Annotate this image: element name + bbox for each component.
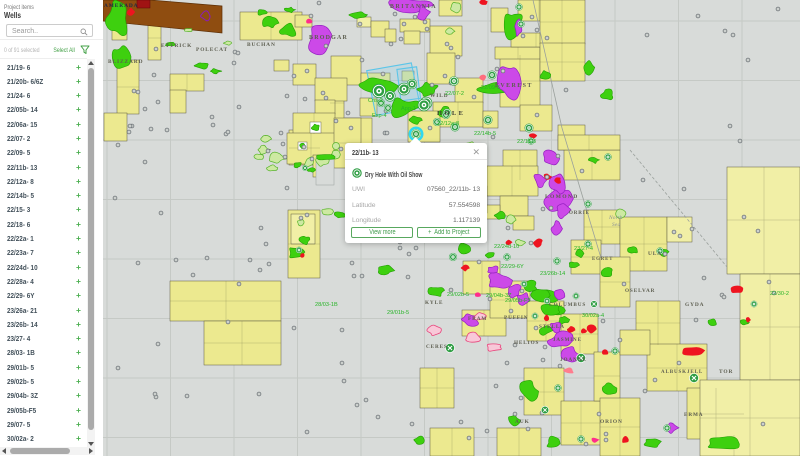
svg-text:AMERADA: AMERADA [104, 3, 138, 9]
svg-text:22/09-5: 22/09-5 [481, 85, 500, 91]
svg-text:OSELVAR: OSELVAR [625, 288, 655, 294]
svg-text:BRITANNIA: BRITANNIA [390, 4, 437, 10]
svg-text:ULA: ULA [648, 251, 662, 257]
svg-text:TOR: TOR [719, 369, 733, 375]
svg-text:BLIZZARD: BLIZZARD [108, 59, 143, 65]
svg-text:STELLA: STELLA [539, 324, 565, 330]
svg-text:ALBUSKJELL: ALBUSKJELL [661, 370, 703, 375]
svg-text:POLECAT: POLECAT [196, 47, 228, 53]
svg-text:Exp-4: Exp-4 [372, 113, 387, 119]
svg-text:29/02b-5: 29/02b-5 [447, 292, 469, 298]
svg-text:ORRIE: ORRIE [569, 211, 590, 216]
svg-text:Cns-2: Cns-2 [368, 98, 383, 104]
svg-text:23/27-4: 23/27-4 [574, 246, 593, 252]
svg-text:BRODGAR: BRODGAR [309, 35, 348, 41]
svg-text:EVEREST: EVEREST [495, 83, 533, 89]
svg-text:JOANNE: JOANNE [560, 357, 587, 363]
svg-text:22/12a-8: 22/12a-8 [437, 121, 459, 127]
svg-text:HELIOS: HELIOS [514, 340, 539, 346]
svg-text:22/14b-5: 22/14b-5 [474, 131, 496, 137]
svg-text:BUCHAN: BUCHAN [247, 42, 276, 48]
svg-text:GYDA: GYDA [685, 302, 704, 308]
svg-text:App-1: App-1 [401, 106, 416, 112]
svg-text:LOMOND: LOMOND [545, 194, 579, 200]
svg-text:Sea: Sea [612, 222, 620, 228]
svg-text:29/01b-5: 29/01b-5 [387, 310, 409, 316]
svg-text:ETTRICK: ETTRICK [161, 43, 192, 49]
svg-text:23/26b-14: 23/26b-14 [540, 271, 565, 277]
svg-text:22/29-6Y: 22/29-6Y [501, 264, 524, 270]
svg-text:FRAM: FRAM [468, 316, 487, 322]
svg-text:North: North [608, 215, 623, 221]
svg-text:30/02a-4: 30/02a-4 [582, 313, 604, 319]
svg-text:COLUMBUS: COLUMBUS [549, 302, 586, 308]
svg-text:JASMINE: JASMINE [553, 338, 582, 343]
svg-text:KYLE: KYLE [425, 300, 443, 306]
svg-text:22/30-2: 22/30-2 [770, 291, 789, 297]
svg-text:29/05b-F5: 29/05b-F5 [505, 298, 531, 304]
svg-text:HOLE: HOLE [437, 110, 465, 117]
svg-text:CERES: CERES [426, 344, 448, 350]
svg-text:22/07-2: 22/07-2 [445, 91, 464, 97]
svg-text:22/24d-10: 22/24d-10 [494, 244, 519, 250]
svg-text:PUFFIN: PUFFIN [504, 315, 528, 321]
svg-text:ERMA: ERMA [684, 412, 703, 418]
svg-text:ORION: ORION [600, 419, 623, 425]
svg-text:22/15-3: 22/15-3 [517, 139, 536, 145]
svg-text:AUK: AUK [515, 419, 530, 425]
svg-text:EGRET: EGRET [592, 257, 613, 262]
svg-text:28/03-1B: 28/03-1B [315, 302, 338, 308]
